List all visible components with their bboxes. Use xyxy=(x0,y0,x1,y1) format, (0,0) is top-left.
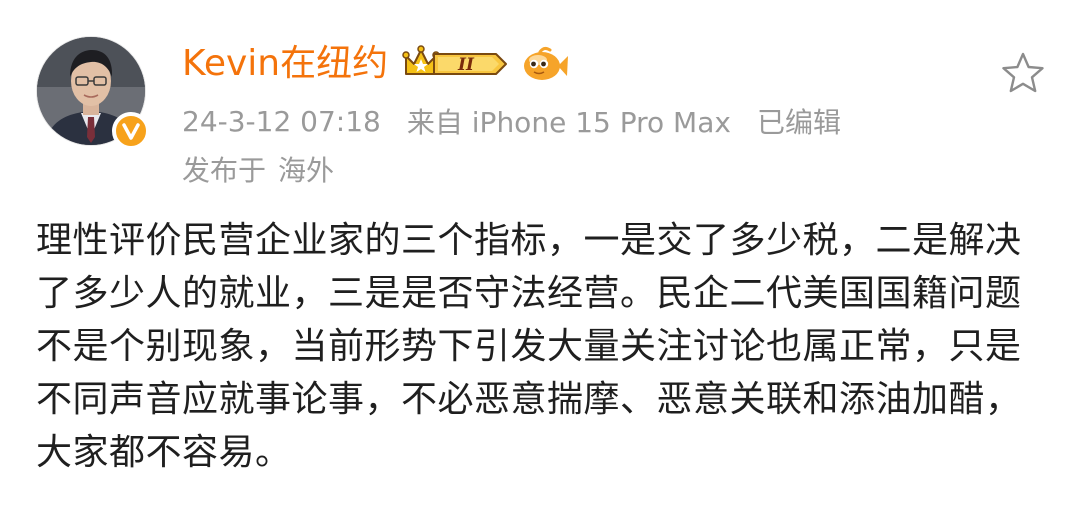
post-source: 来自 iPhone 15 Pro Max xyxy=(406,106,731,139)
avatar-container[interactable] xyxy=(36,36,150,150)
region-value: 海外 xyxy=(278,154,335,187)
crown-level-badge-icon[interactable]: II xyxy=(402,44,512,84)
post-timestamp: 24-3-12 07:18 xyxy=(182,104,381,138)
verified-v-icon xyxy=(112,112,150,150)
region-prefix: 发布于 xyxy=(182,154,267,187)
post-header: Kevin在纽约 II xyxy=(182,36,570,92)
post-content: 理性评价民营企业家的三个指标，一是交了多少税，二是解决了多少人的就业，三是是否守… xyxy=(36,220,1022,473)
username-link[interactable]: Kevin在纽约 xyxy=(182,38,388,90)
post-meta: 24-3-12 07:18 来自 iPhone 15 Pro Max 已编辑 xyxy=(182,100,841,142)
fan-fish-icon[interactable] xyxy=(520,42,570,86)
level-badge-text: II xyxy=(457,55,475,75)
star-outline-icon[interactable] xyxy=(1000,50,1046,96)
weibo-post: Kevin在纽约 II 24-3-12 07:18 来自 iPhone 15 P… xyxy=(0,0,1080,512)
post-region: 发布于 海外 xyxy=(182,148,334,190)
edited-label[interactable]: 已编辑 xyxy=(757,101,841,141)
